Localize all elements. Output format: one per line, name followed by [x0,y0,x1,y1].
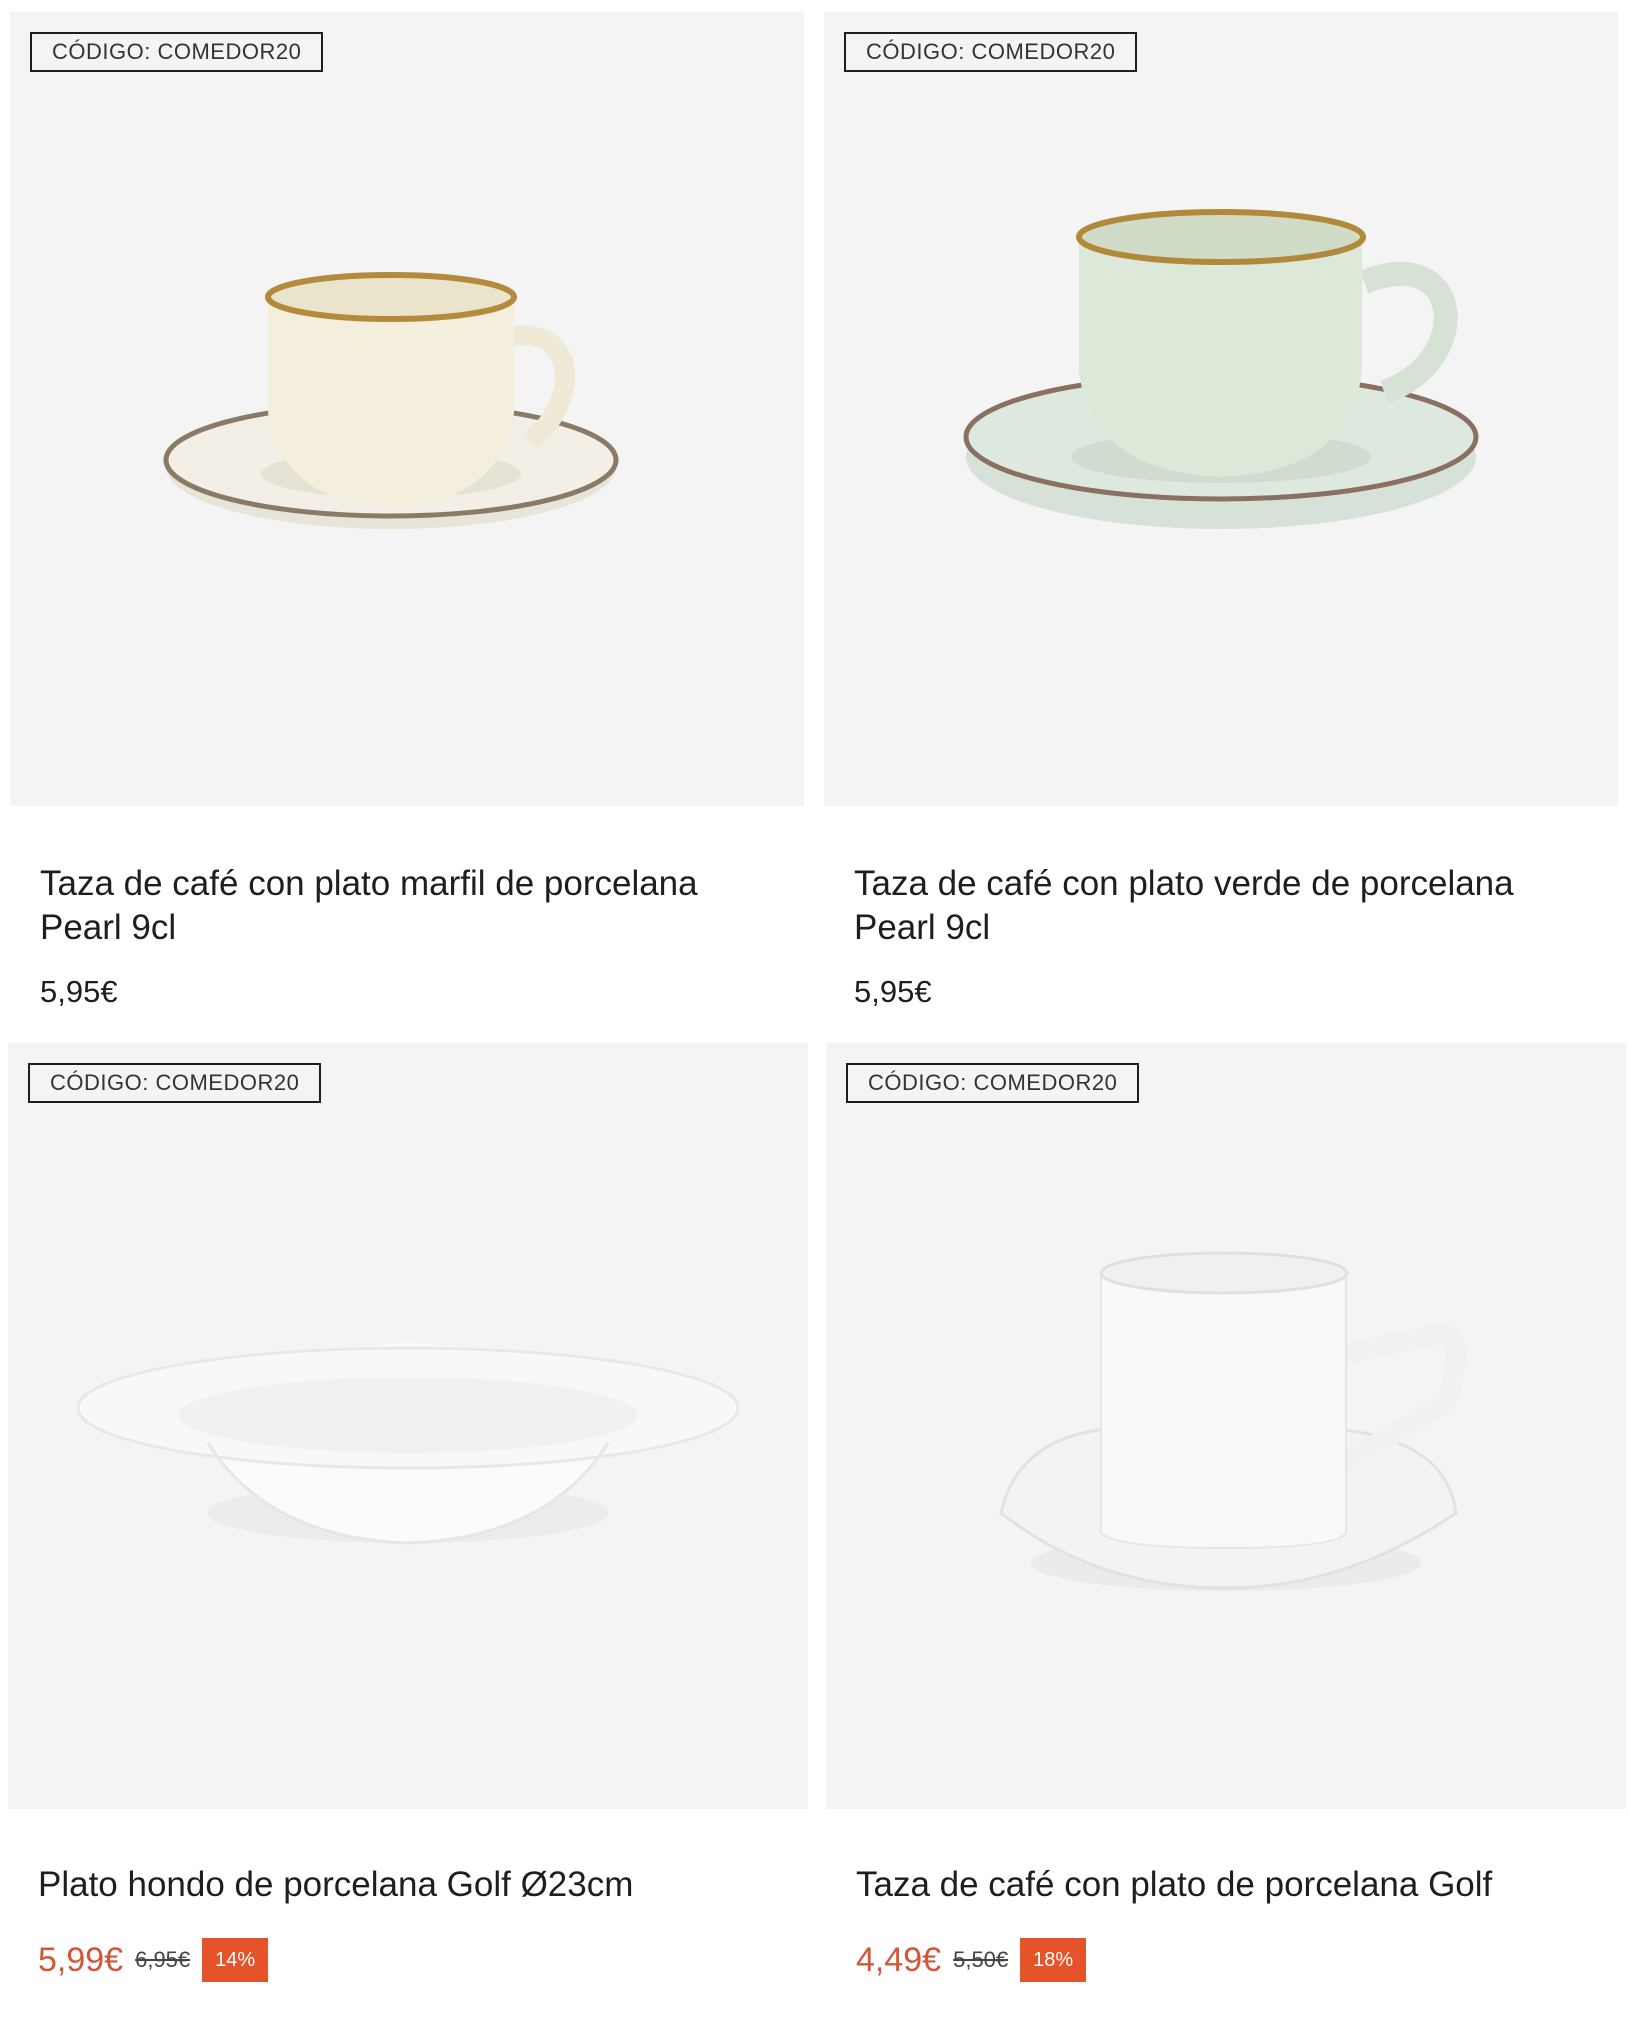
promo-code-badge: CÓDIGO: COMEDOR20 [846,1063,1140,1103]
product-title[interactable]: Taza de café con plato marfil de porcela… [40,862,760,950]
promo-code-badge: CÓDIGO: COMEDOR20 [844,32,1138,72]
original-price: 6,95€ [135,1947,191,1972]
price-row: 5,95€ [40,974,118,1010]
coffee-cup-ivory-icon [163,272,619,529]
product-title[interactable]: Taza de café con plato verde de porcelan… [854,862,1574,950]
deep-plate-icon [76,1343,740,1545]
sale-price: 5,99€ [38,1940,124,1979]
coffee-cup-green-icon [963,209,1479,529]
product-price: 5,95€ [40,974,118,1009]
product-image[interactable]: CÓDIGO: COMEDOR20 [826,1043,1626,1809]
product-title[interactable]: Taza de café con plato de porcelana Golf [856,1863,1596,1907]
product-card[interactable]: CÓDIGO: COMEDOR20 Taza de café con plato… [826,1043,1626,2040]
product-card[interactable]: CÓDIGO: COMEDOR20 Taza de café con plato… [10,12,804,1032]
product-image[interactable]: CÓDIGO: COMEDOR20 [10,12,804,806]
product-image[interactable]: CÓDIGO: COMEDOR20 [8,1043,808,1809]
original-price: 5,50€ [953,1947,1009,1972]
discount-badge: 18% [1020,1938,1087,1982]
promo-code-badge: CÓDIGO: COMEDOR20 [30,32,324,72]
price-row: 5,99€ 6,95€ 14% [38,1938,269,1982]
coffee-cup-white-icon [999,1251,1466,1591]
product-image[interactable]: CÓDIGO: COMEDOR20 [824,12,1618,806]
product-title[interactable]: Plato hondo de porcelana Golf Ø23cm [38,1863,778,1907]
promo-code-badge: CÓDIGO: COMEDOR20 [28,1063,322,1103]
product-card[interactable]: CÓDIGO: COMEDOR20 Taza de café con plato… [824,12,1618,1032]
product-price: 5,95€ [854,974,932,1009]
discount-badge: 14% [202,1938,269,1982]
product-card[interactable]: CÓDIGO: COMEDOR20 Plato hondo de porcela… [8,1043,808,2040]
sale-price: 4,49€ [856,1940,942,1979]
price-row: 4,49€ 5,50€ 18% [856,1938,1087,1982]
price-row: 5,95€ [854,974,932,1010]
